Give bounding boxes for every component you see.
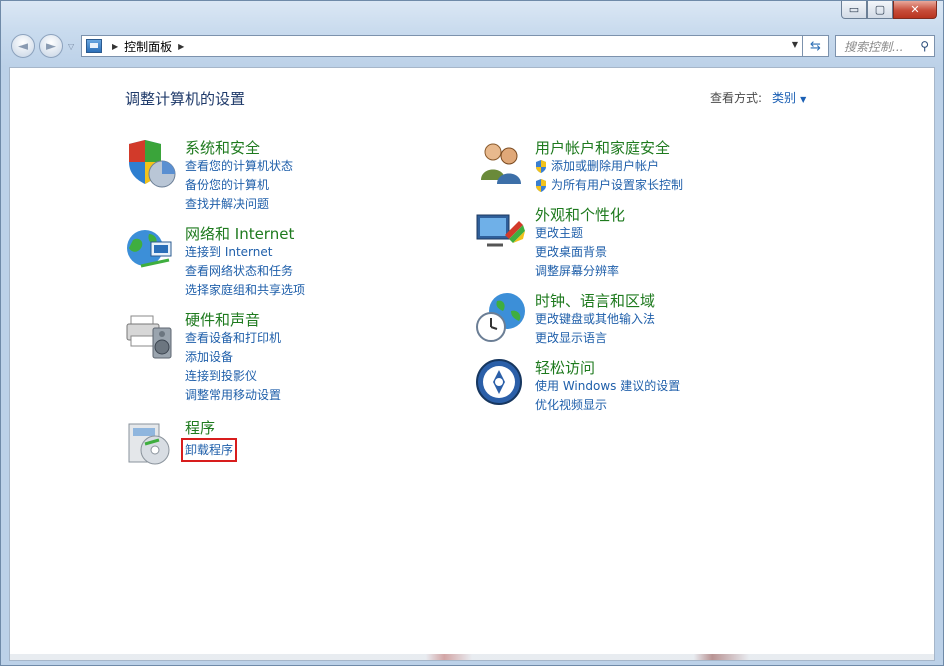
ease-of-access-icon bbox=[476, 359, 522, 405]
link-mobility-settings[interactable]: 调整常用移动设置 bbox=[185, 387, 281, 403]
category-network-internet: 网络和 Internet 连接到 Internet 查看网络状态和任务 选择家庭… bbox=[125, 224, 445, 304]
category-title[interactable]: 外观和个性化 bbox=[535, 205, 625, 225]
link-parental-controls[interactable]: 为所有用户设置家长控制 bbox=[535, 177, 683, 193]
link-connect-internet[interactable]: 连接到 Internet bbox=[185, 244, 272, 260]
back-button[interactable]: ◄ bbox=[11, 34, 35, 58]
refresh-button[interactable]: ⇆ bbox=[803, 35, 829, 57]
clock-globe-icon bbox=[476, 293, 525, 342]
network-globe-icon bbox=[127, 230, 172, 268]
search-box[interactable]: 搜索控制... ⚲ bbox=[835, 35, 935, 57]
link-keyboard-input[interactable]: 更改键盘或其他输入法 bbox=[535, 311, 655, 327]
control-panel-icon bbox=[86, 39, 102, 53]
chevron-down-icon[interactable]: ▼ bbox=[800, 95, 806, 104]
category-system-security: 系统和安全 查看您的计算机状态 备份您的计算机 查找并解决问题 bbox=[125, 138, 445, 218]
shield-chart-icon bbox=[129, 140, 176, 188]
link-desktop-background[interactable]: 更改桌面背景 bbox=[535, 244, 607, 260]
programs-disc-icon bbox=[128, 423, 170, 465]
link-homegroup-sharing[interactable]: 选择家庭组和共享选项 bbox=[185, 282, 305, 298]
link-uninstall-program[interactable]: 卸载程序 bbox=[180, 438, 238, 462]
link-screen-resolution[interactable]: 调整屏幕分辨率 bbox=[535, 263, 619, 279]
category-ease-of-access: 轻松访问 使用 Windows 建议的设置 优化视频显示 bbox=[475, 358, 795, 418]
uac-shield-icon bbox=[536, 179, 546, 192]
link-troubleshoot[interactable]: 查找并解决问题 bbox=[185, 196, 269, 212]
navigation-bar: ◄ ► ▽ ▶ 控制面板 ▶ ▼ ⇆ 搜索控制... ⚲ bbox=[1, 31, 943, 63]
link-add-remove-accounts[interactable]: 添加或删除用户帐户 bbox=[535, 158, 659, 174]
link-recommended-settings[interactable]: 使用 Windows 建议的设置 bbox=[535, 378, 680, 394]
search-placeholder: 搜索控制... bbox=[844, 39, 904, 54]
address-dropdown-button[interactable]: ▼ bbox=[792, 40, 798, 49]
monitor-palette-icon bbox=[476, 214, 525, 247]
link-devices-printers[interactable]: 查看设备和打印机 bbox=[185, 330, 281, 346]
recent-pages-dropdown[interactable]: ▽ bbox=[68, 42, 74, 51]
category-title[interactable]: 程序 bbox=[185, 418, 215, 438]
link-label[interactable]: 添加或删除用户帐户 bbox=[551, 159, 659, 173]
category-hardware-sound: 硬件和声音 查看设备和打印机 添加设备 连接到投影仪 调整常用移动设置 bbox=[125, 310, 445, 410]
content-pane: 调整计算机的设置 查看方式: 类别 ▼ 系统和安全 查看您的计算机状态 备份您的计算… bbox=[9, 67, 935, 661]
category-appearance: 外观和个性化 更改主题 更改桌面背景 调整屏幕分辨率 bbox=[475, 205, 795, 285]
category-title[interactable]: 硬件和声音 bbox=[185, 310, 260, 330]
view-by-dropdown[interactable]: 类别 bbox=[772, 91, 796, 105]
category-clock-language-region: 时钟、语言和区域 更改键盘或其他输入法 更改显示语言 bbox=[475, 291, 795, 351]
breadcrumb-separator[interactable]: ▶ bbox=[112, 42, 118, 51]
address-bar[interactable]: ▶ 控制面板 ▶ ▼ bbox=[81, 35, 803, 57]
minimize-button[interactable]: ▭ bbox=[841, 1, 867, 19]
caption-buttons: ▭ ▢ ✕ bbox=[841, 1, 937, 19]
forward-button[interactable]: ► bbox=[39, 34, 63, 58]
link-add-device[interactable]: 添加设备 bbox=[185, 349, 233, 365]
uac-shield-icon bbox=[536, 160, 546, 173]
category-user-accounts: 用户帐户和家庭安全 添加或删除用户帐户 为所有用户设置家长控制 bbox=[475, 138, 795, 198]
close-button[interactable]: ✕ bbox=[893, 1, 937, 19]
category-title[interactable]: 用户帐户和家庭安全 bbox=[535, 138, 670, 158]
view-by: 查看方式: 类别 ▼ bbox=[710, 89, 806, 106]
search-icon[interactable]: ⚲ bbox=[920, 39, 929, 53]
breadcrumb-control-panel[interactable]: 控制面板 bbox=[124, 38, 172, 55]
link-display-language[interactable]: 更改显示语言 bbox=[535, 330, 607, 346]
category-title[interactable]: 网络和 Internet bbox=[185, 224, 294, 244]
control-panel-window: ▭ ▢ ✕ ◄ ► ▽ ▶ 控制面板 ▶ ▼ ⇆ 搜索控制... ⚲ 调整计算机… bbox=[0, 0, 944, 666]
link-optimize-display[interactable]: 优化视频显示 bbox=[535, 397, 607, 413]
link-check-computer-status[interactable]: 查看您的计算机状态 bbox=[185, 158, 293, 174]
link-network-status[interactable]: 查看网络状态和任务 bbox=[185, 263, 293, 279]
view-by-label: 查看方式: bbox=[710, 91, 763, 105]
link-change-theme[interactable]: 更改主题 bbox=[535, 225, 583, 241]
link-connect-projector[interactable]: 连接到投影仪 bbox=[185, 368, 257, 384]
breadcrumb-separator-end[interactable]: ▶ bbox=[178, 42, 184, 51]
printer-speaker-icon bbox=[126, 315, 172, 359]
maximize-button[interactable]: ▢ bbox=[867, 1, 893, 19]
content-bottom-edge bbox=[10, 654, 934, 660]
link-backup-computer[interactable]: 备份您的计算机 bbox=[185, 177, 269, 193]
category-title[interactable]: 系统和安全 bbox=[185, 138, 260, 158]
link-label[interactable]: 为所有用户设置家长控制 bbox=[551, 178, 683, 192]
category-title[interactable]: 时钟、语言和区域 bbox=[535, 291, 655, 311]
category-title[interactable]: 轻松访问 bbox=[535, 358, 595, 378]
category-programs: 程序 卸载程序 bbox=[125, 418, 445, 478]
page-title: 调整计算机的设置 bbox=[125, 90, 246, 108]
users-icon bbox=[481, 143, 521, 184]
